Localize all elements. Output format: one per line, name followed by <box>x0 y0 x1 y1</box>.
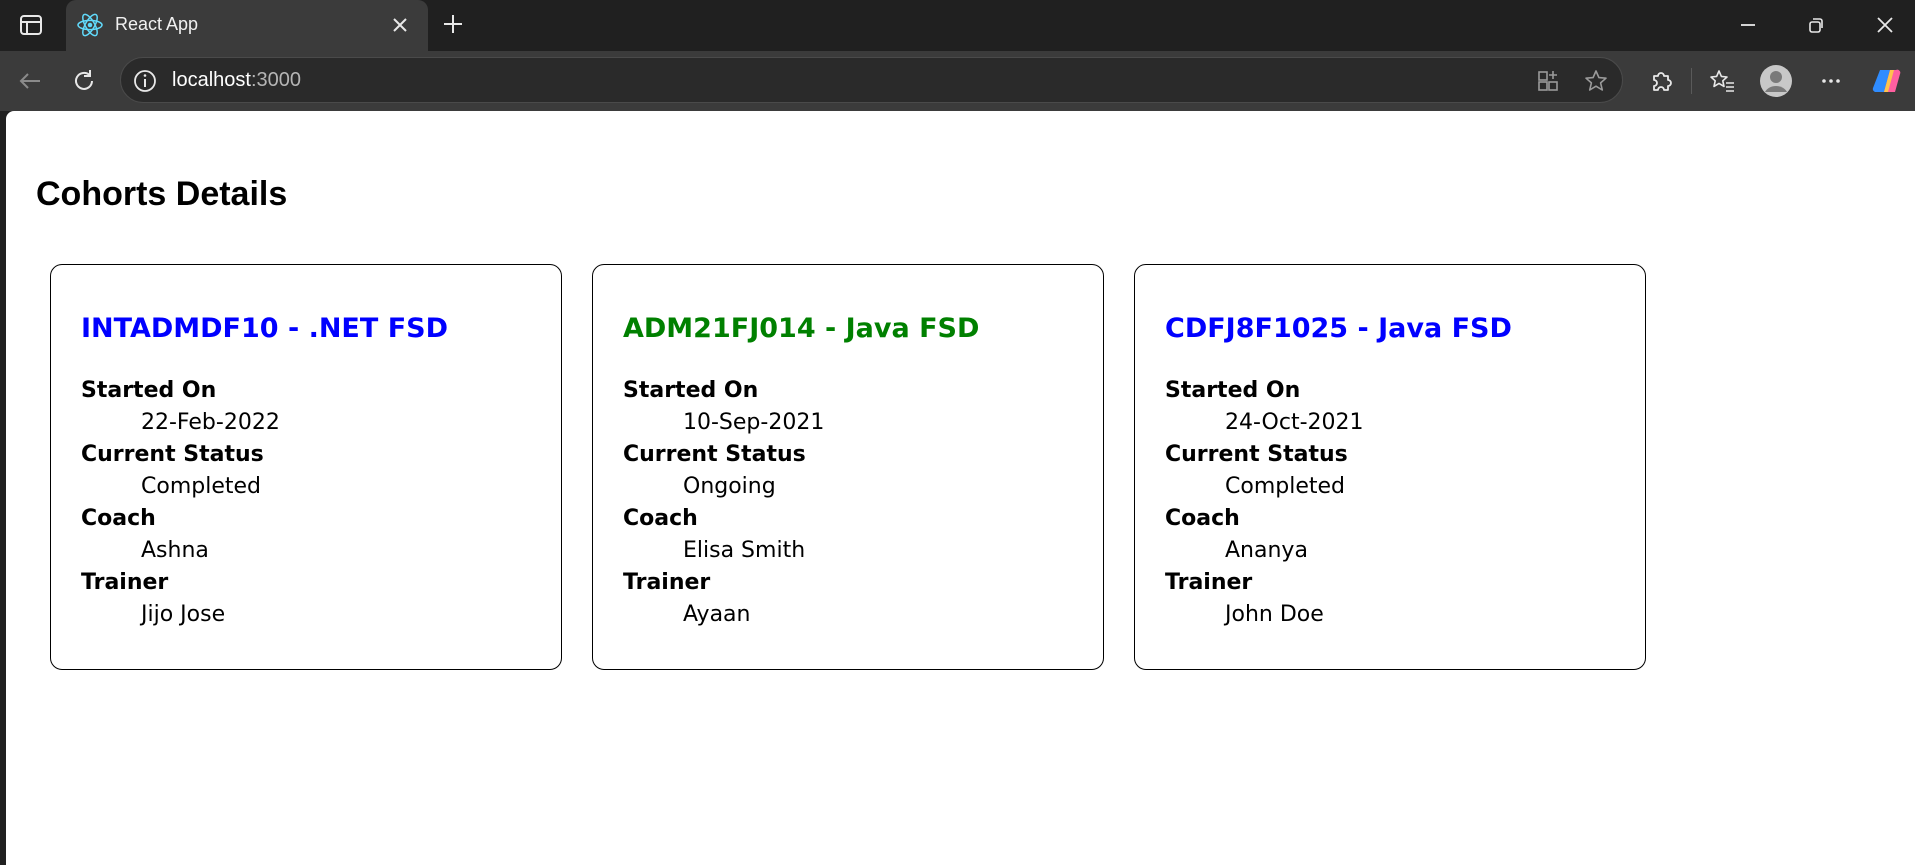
sidebar-toggle-icon[interactable] <box>18 12 44 38</box>
status-label: Current Status <box>81 442 264 467</box>
status-label: Current Status <box>1165 442 1348 467</box>
trainer-label: Trainer <box>81 570 169 595</box>
cohort-title: ADM21FJ014 - Java FSD <box>623 313 980 344</box>
cohort-details: Started On 24-Oct-2021 Current Status Co… <box>1165 375 1625 631</box>
cohort-card: INTADMDF10 - .NET FSD Started On 22-Feb-… <box>50 264 562 670</box>
cohort-details: Started On 10-Sep-2021 Current Status On… <box>623 375 1083 631</box>
url-text: localhost:3000 <box>172 69 301 92</box>
coach-value: Ashna <box>141 538 209 563</box>
app-available-icon[interactable] <box>1534 67 1562 95</box>
browser-toolbar: localhost:3000 <box>0 51 1915 111</box>
new-tab-plus-icon[interactable] <box>439 10 467 38</box>
status-label: Current Status <box>623 442 806 467</box>
close-window-icon[interactable] <box>1871 11 1899 39</box>
cohort-card: CDFJ8F1025 - Java FSD Started On 24-Oct-… <box>1134 264 1646 670</box>
status-value: Ongoing <box>683 474 776 499</box>
favorites-icon[interactable] <box>1707 66 1737 96</box>
cohort-title: INTADMDF10 - .NET FSD <box>81 313 448 344</box>
page-viewport: Cohorts Details INTADMDF10 - .NET FSD St… <box>6 111 1915 865</box>
restore-icon[interactable] <box>1802 11 1830 39</box>
coach-label: Coach <box>1165 506 1240 531</box>
trainer-value: John Doe <box>1225 602 1324 627</box>
copilot-icon[interactable] <box>1870 64 1904 98</box>
coach-value: Ananya <box>1225 538 1308 563</box>
trainer-value: Ayaan <box>683 602 751 627</box>
status-value: Completed <box>141 474 261 499</box>
puzzle-icon[interactable] <box>1647 66 1677 96</box>
coach-label: Coach <box>623 506 698 531</box>
close-tab-icon[interactable] <box>388 13 412 37</box>
page-title: Cohorts Details <box>36 175 288 213</box>
react-logo-icon <box>76 11 104 39</box>
trainer-label: Trainer <box>1165 570 1253 595</box>
cohort-details: Started On 22-Feb-2022 Current Status Co… <box>81 375 541 631</box>
started-on-value: 22-Feb-2022 <box>141 410 280 435</box>
browser-tab-bar: React App <box>0 0 1915 51</box>
status-value: Completed <box>1225 474 1345 499</box>
back-arrow-icon[interactable] <box>15 66 45 96</box>
cohort-card-list: INTADMDF10 - .NET FSD Started On 22-Feb-… <box>50 264 1650 670</box>
cohort-title: CDFJ8F1025 - Java FSD <box>1165 313 1512 344</box>
started-on-label: Started On <box>1165 378 1301 403</box>
address-bar[interactable]: localhost:3000 <box>120 57 1623 103</box>
star-icon[interactable] <box>1582 67 1610 95</box>
trainer-label: Trainer <box>623 570 711 595</box>
info-icon[interactable] <box>132 68 158 94</box>
coach-label: Coach <box>81 506 156 531</box>
started-on-value: 24-Oct-2021 <box>1225 410 1364 435</box>
refresh-icon[interactable] <box>69 66 99 96</box>
profile-icon[interactable] <box>1759 64 1793 98</box>
started-on-label: Started On <box>81 378 217 403</box>
toolbar-separator <box>1691 68 1692 94</box>
tab-react-app[interactable]: React App <box>66 0 428 51</box>
url-host: localhost <box>172 69 251 91</box>
minimize-icon[interactable] <box>1734 11 1762 39</box>
started-on-label: Started On <box>623 378 759 403</box>
cohort-card: ADM21FJ014 - Java FSD Started On 10-Sep-… <box>592 264 1104 670</box>
more-icon[interactable] <box>1816 66 1846 96</box>
tab-title: React App <box>115 14 199 34</box>
coach-value: Elisa Smith <box>683 538 806 563</box>
trainer-value: Jijo Jose <box>141 602 226 627</box>
url-port: :3000 <box>250 69 301 91</box>
started-on-value: 10-Sep-2021 <box>683 410 825 435</box>
